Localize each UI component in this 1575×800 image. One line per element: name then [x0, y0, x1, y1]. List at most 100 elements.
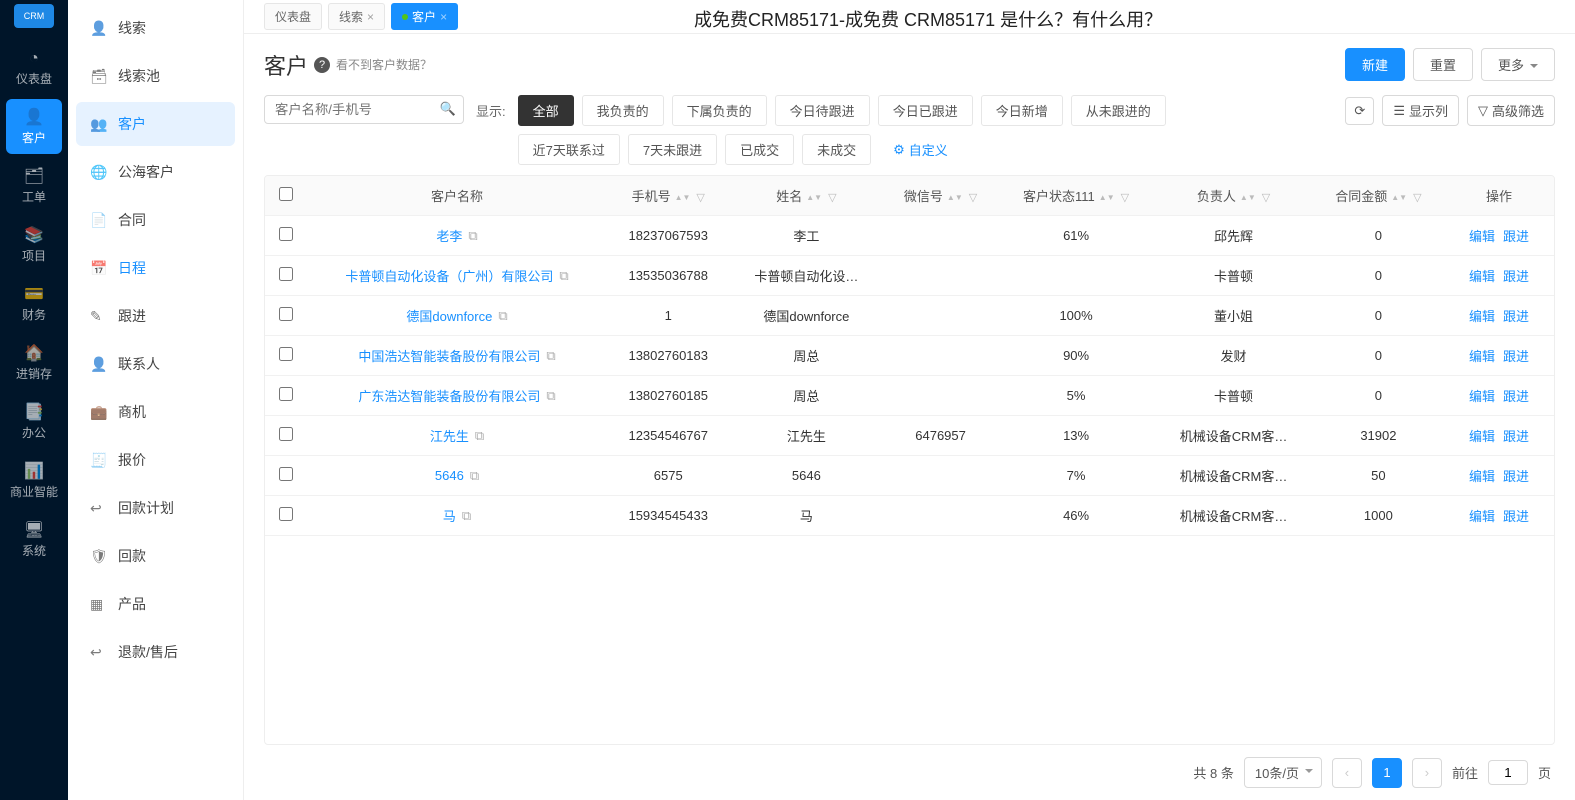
col-filter-icon[interactable]: ▽: [1262, 192, 1270, 204]
filter-chip-2[interactable]: 下属负责的: [672, 95, 767, 126]
filter-chip-1[interactable]: 我负责的: [582, 95, 664, 126]
follow-link[interactable]: 跟进: [1503, 269, 1529, 284]
filter-chip-6[interactable]: 从未跟进的: [1071, 95, 1166, 126]
tab-close-icon[interactable]: ×: [367, 10, 374, 24]
secondary-nav-item-2[interactable]: 👥客户: [76, 102, 235, 146]
filter-chip-10[interactable]: 未成交: [802, 134, 871, 165]
row-checkbox[interactable]: [279, 467, 293, 481]
col-filter-icon[interactable]: ▽: [828, 192, 836, 204]
reset-button[interactable]: 重置: [1413, 48, 1473, 81]
row-checkbox[interactable]: [279, 227, 293, 241]
secondary-nav-item-9[interactable]: 🧾报价: [76, 438, 235, 482]
copy-icon[interactable]: ⧉: [498, 308, 507, 324]
row-checkbox[interactable]: [279, 347, 293, 361]
secondary-nav-item-10[interactable]: ↩回款计划: [76, 486, 235, 530]
primary-nav-item-6[interactable]: 📑办公: [6, 394, 62, 449]
col-filter-icon[interactable]: ▽: [696, 192, 704, 204]
edit-link[interactable]: 编辑: [1469, 469, 1495, 484]
show-columns-button[interactable]: ☰显示列: [1382, 95, 1459, 126]
col-filter-icon[interactable]: ▽: [969, 192, 977, 204]
secondary-nav-item-6[interactable]: ✎跟进: [76, 294, 235, 338]
sort-icon[interactable]: ▲▼: [1099, 194, 1115, 201]
filter-chip-custom[interactable]: ⚙自定义: [879, 134, 962, 165]
customer-name-link[interactable]: 中国浩达智能装备股份有限公司: [358, 346, 540, 365]
copy-icon[interactable]: ⧉: [468, 228, 477, 244]
copy-icon[interactable]: ⧉: [462, 508, 471, 524]
secondary-nav-item-3[interactable]: 🌐公海客户: [76, 150, 235, 194]
col-header-7[interactable]: 操作: [1444, 176, 1554, 216]
row-checkbox[interactable]: [279, 307, 293, 321]
secondary-nav-item-1[interactable]: 🗃线索池: [76, 54, 235, 98]
follow-link[interactable]: 跟进: [1503, 469, 1529, 484]
edit-link[interactable]: 编辑: [1469, 269, 1495, 284]
follow-link[interactable]: 跟进: [1503, 389, 1529, 404]
customer-name-link[interactable]: 江先生: [430, 426, 469, 445]
sort-icon[interactable]: ▲▼: [947, 194, 963, 201]
edit-link[interactable]: 编辑: [1469, 309, 1495, 324]
secondary-nav-item-12[interactable]: ▦产品: [76, 582, 235, 626]
filter-chip-4[interactable]: 今日已跟进: [878, 95, 973, 126]
edit-link[interactable]: 编辑: [1469, 429, 1495, 444]
row-checkbox[interactable]: [279, 267, 293, 281]
sort-icon[interactable]: ▲▼: [1391, 194, 1407, 201]
follow-link[interactable]: 跟进: [1503, 229, 1529, 244]
copy-icon[interactable]: ⧉: [546, 388, 555, 404]
col-header-0[interactable]: 客户名称: [307, 176, 607, 216]
secondary-nav-item-4[interactable]: 📄合同: [76, 198, 235, 242]
table-wrap[interactable]: 客户名称手机号▲▼▽姓名▲▼▽微信号▲▼▽客户状态111▲▼▽负责人▲▼▽合同金…: [264, 175, 1555, 745]
col-filter-icon[interactable]: ▽: [1413, 192, 1421, 204]
customer-name-link[interactable]: 德国downforce: [406, 306, 492, 325]
primary-nav-item-0[interactable]: ◔仪表盘: [6, 42, 62, 95]
col-header-1[interactable]: 手机号▲▼▽: [607, 176, 729, 216]
filter-chip-3[interactable]: 今日待跟进: [775, 95, 870, 126]
primary-nav-item-7[interactable]: 📊商业智能: [6, 453, 62, 508]
edit-link[interactable]: 编辑: [1469, 229, 1495, 244]
page-size-select[interactable]: 10条/页: [1244, 757, 1322, 788]
primary-nav-item-2[interactable]: 🗂工单: [6, 158, 62, 213]
prev-page-button[interactable]: ‹: [1332, 758, 1362, 788]
edit-link[interactable]: 编辑: [1469, 389, 1495, 404]
tab-2[interactable]: 客户×: [391, 3, 458, 30]
follow-link[interactable]: 跟进: [1503, 349, 1529, 364]
sort-icon[interactable]: ▲▼: [806, 194, 822, 201]
next-page-button[interactable]: ›: [1412, 758, 1442, 788]
select-all-checkbox[interactable]: [279, 187, 293, 201]
tab-0[interactable]: 仪表盘: [264, 3, 322, 30]
customer-name-link[interactable]: 卡普顿自动化设备（广州）有限公司: [345, 266, 553, 285]
primary-nav-item-1[interactable]: 👤客户: [6, 99, 62, 154]
search-input[interactable]: [264, 95, 464, 124]
refresh-button[interactable]: ⟳: [1345, 97, 1374, 125]
primary-nav-item-5[interactable]: 🏠进销存: [6, 335, 62, 390]
filter-chip-9[interactable]: 已成交: [725, 134, 794, 165]
col-header-2[interactable]: 姓名▲▼▽: [729, 176, 883, 216]
follow-link[interactable]: 跟进: [1503, 509, 1529, 524]
col-header-5[interactable]: 负责人▲▼▽: [1154, 176, 1312, 216]
col-filter-icon[interactable]: ▽: [1121, 192, 1129, 204]
row-checkbox[interactable]: [279, 507, 293, 521]
search-icon[interactable]: 🔍: [440, 101, 456, 117]
customer-name-link[interactable]: 广东浩达智能装备股份有限公司: [358, 386, 540, 405]
filter-chip-7[interactable]: 近7天联系过: [518, 134, 620, 165]
copy-icon[interactable]: ⧉: [475, 428, 484, 444]
follow-link[interactable]: 跟进: [1503, 429, 1529, 444]
secondary-nav-item-0[interactable]: 👤线索: [76, 6, 235, 50]
secondary-nav-item-13[interactable]: ↩退款/售后: [76, 630, 235, 674]
customer-name-link[interactable]: 马: [443, 506, 456, 525]
primary-nav-item-8[interactable]: 🖥系统: [6, 512, 62, 567]
more-button[interactable]: 更多: [1481, 48, 1555, 81]
secondary-nav-item-8[interactable]: 💼商机: [76, 390, 235, 434]
advanced-filter-button[interactable]: ▽高级筛选: [1467, 95, 1555, 126]
customer-name-link[interactable]: 5646: [435, 468, 464, 483]
copy-icon[interactable]: ⧉: [546, 348, 555, 364]
copy-icon[interactable]: ⧉: [559, 268, 568, 284]
filter-chip-8[interactable]: 7天未跟进: [628, 134, 717, 165]
primary-nav-item-4[interactable]: 💳财务: [6, 276, 62, 331]
filter-chip-0[interactable]: 全部: [518, 95, 574, 126]
page-help-hint[interactable]: 看不到客户数据？: [336, 56, 432, 73]
help-icon[interactable]: ?: [314, 57, 330, 73]
primary-nav-item-3[interactable]: 📚项目: [6, 217, 62, 272]
edit-link[interactable]: 编辑: [1469, 509, 1495, 524]
edit-link[interactable]: 编辑: [1469, 349, 1495, 364]
secondary-nav-item-7[interactable]: 👤联系人: [76, 342, 235, 386]
copy-icon[interactable]: ⧉: [470, 468, 479, 484]
